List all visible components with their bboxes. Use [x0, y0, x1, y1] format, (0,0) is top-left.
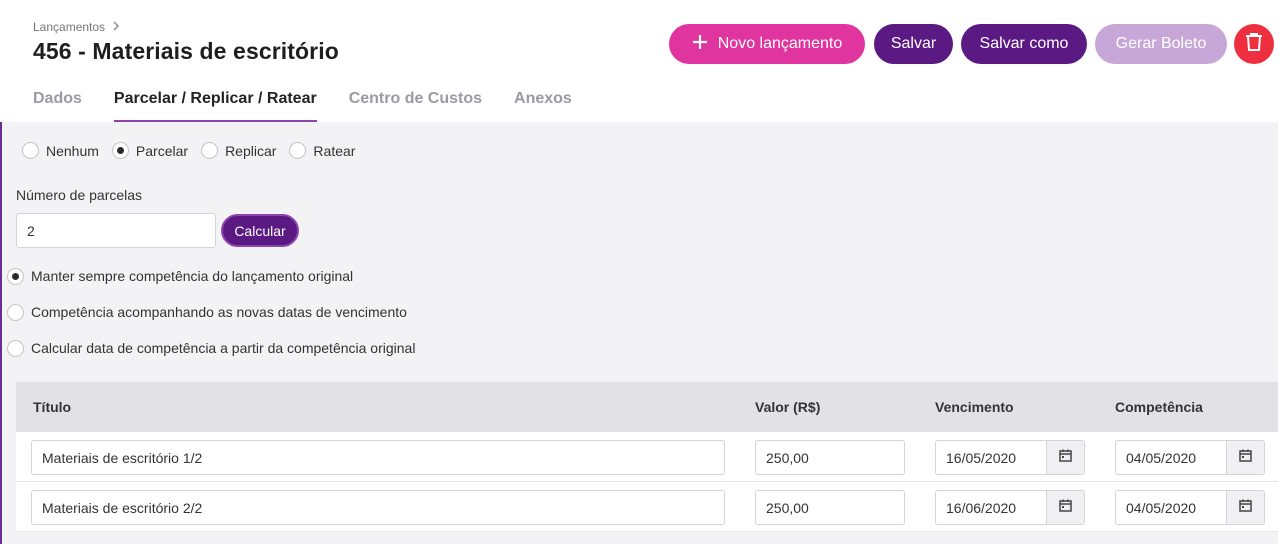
mode-radio-group: Nenhum Parcelar Replicar Ratear — [22, 142, 368, 159]
value-input[interactable]: 250,00 — [755, 490, 905, 525]
calendar-icon — [1059, 449, 1072, 467]
column-header-vencimento: Vencimento — [935, 399, 1014, 415]
due-date-picker-button[interactable] — [1046, 441, 1084, 474]
plus-icon — [692, 31, 708, 55]
table-row: Materiais de escritório 1/2 250,00 16/05… — [16, 432, 1278, 482]
competencia-option-label: Manter sempre competência do lançamento … — [31, 268, 354, 284]
calendar-icon — [1239, 449, 1252, 467]
competencia-date-picker-button[interactable] — [1226, 491, 1264, 524]
due-date-input[interactable]: 16/05/2020 — [936, 441, 1046, 474]
breadcrumb-link[interactable]: Lançamentos — [33, 20, 105, 34]
radio-calculate-from-original[interactable] — [7, 339, 24, 357]
tab-parcelar-replicar-ratear[interactable]: Parcelar / Replicar / Ratear — [113, 90, 317, 122]
mode-option-label: Parcelar — [135, 142, 189, 159]
installments-table: Título Valor (R$) Vencimento Competência… — [16, 382, 1278, 532]
radio-ratear[interactable] — [289, 142, 307, 159]
calendar-icon — [1059, 499, 1072, 517]
title-input[interactable]: Materiais de escritório 1/2 — [31, 440, 725, 475]
tab-centro-de-custos[interactable]: Centro de Custos — [349, 90, 482, 122]
tab-bar: Dados Parcelar / Replicar / Ratear Centr… — [33, 90, 604, 122]
save-button[interactable]: Salvar — [874, 24, 953, 64]
column-header-valor: Valor (R$) — [755, 399, 821, 415]
page-title: 456 - Materiais de escritório — [33, 38, 339, 64]
competencia-option-calculate-from-original[interactable]: Calcular data de competência a partir da… — [7, 338, 415, 358]
calculate-button[interactable]: Calcular — [221, 214, 299, 247]
content-panel: Nenhum Parcelar Replicar Ratear Número d… — [2, 122, 1278, 544]
mode-option-ratear[interactable]: Ratear — [289, 142, 355, 159]
competencia-option-follow-due-dates[interactable]: Competência acompanhando as novas datas … — [7, 302, 415, 322]
due-date-input[interactable]: 16/06/2020 — [936, 491, 1046, 524]
competencia-date-field: 04/05/2020 — [1115, 490, 1265, 525]
title-input[interactable]: Materiais de escritório 2/2 — [31, 490, 725, 525]
mode-option-parcelar[interactable]: Parcelar — [111, 142, 189, 159]
radio-follow-due-dates[interactable] — [7, 303, 24, 321]
due-date-picker-button[interactable] — [1046, 491, 1084, 524]
action-bar: Novo lançamento Salvar Salvar como Gerar… — [669, 24, 1274, 64]
mode-option-label: Nenhum — [46, 142, 99, 159]
competencia-date-field: 04/05/2020 — [1115, 440, 1265, 475]
competencia-option-label: Calcular data de competência a partir da… — [31, 340, 416, 356]
competencia-date-picker-button[interactable] — [1226, 441, 1264, 474]
installments-label: Número de parcelas — [16, 187, 143, 203]
tab-anexos[interactable]: Anexos — [514, 90, 572, 122]
installments-input[interactable] — [16, 213, 216, 248]
breadcrumb: Lançamentos — [33, 20, 121, 34]
tab-dados[interactable]: Dados — [33, 90, 82, 122]
new-entry-button[interactable]: Novo lançamento — [669, 24, 865, 64]
delete-button[interactable] — [1234, 24, 1274, 64]
radio-nenhum[interactable] — [22, 142, 39, 159]
mode-option-replicar[interactable]: Replicar — [201, 142, 276, 159]
competencia-date-input[interactable]: 04/05/2020 — [1116, 441, 1226, 474]
competencia-option-label: Competência acompanhando as novas datas … — [31, 304, 407, 320]
mode-option-nenhum[interactable]: Nenhum — [22, 142, 99, 159]
due-date-field: 16/06/2020 — [935, 490, 1085, 525]
table-header: Título Valor (R$) Vencimento Competência — [16, 382, 1278, 432]
page-header: Lançamentos 456 - Materiais de escritóri… — [0, 0, 1278, 122]
column-header-titulo: Título — [33, 399, 72, 415]
chevron-right-icon — [111, 20, 121, 34]
radio-keep-original[interactable] — [7, 267, 24, 285]
value-input[interactable]: 250,00 — [755, 440, 905, 475]
competencia-date-input[interactable]: 04/05/2020 — [1116, 491, 1226, 524]
radio-replicar[interactable] — [201, 142, 219, 159]
column-header-competencia: Competência — [1115, 399, 1203, 415]
trash-icon — [1245, 32, 1263, 57]
radio-parcelar[interactable] — [111, 142, 129, 159]
new-entry-label: Novo lançamento — [717, 35, 843, 52]
table-row: Materiais de escritório 2/2 250,00 16/06… — [16, 482, 1278, 532]
due-date-field: 16/05/2020 — [935, 440, 1085, 475]
save-as-button[interactable]: Salvar como — [961, 24, 1087, 64]
generate-boleto-button[interactable]: Gerar Boleto — [1095, 24, 1227, 64]
mode-option-label: Replicar — [225, 142, 277, 159]
competencia-option-keep-original[interactable]: Manter sempre competência do lançamento … — [7, 266, 415, 286]
mode-option-label: Ratear — [313, 142, 356, 159]
calendar-icon — [1239, 499, 1252, 517]
competencia-radio-group: Manter sempre competência do lançamento … — [7, 266, 415, 374]
